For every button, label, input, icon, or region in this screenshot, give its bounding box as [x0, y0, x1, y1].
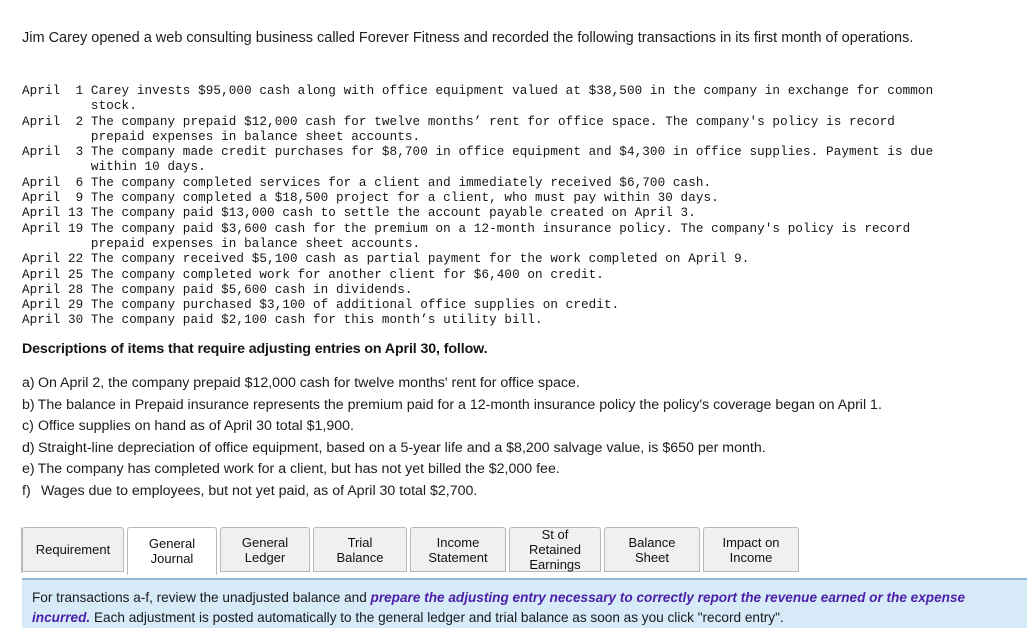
description-item: b) The balance in Prepaid insurance repr…	[22, 395, 970, 416]
tab-impact-on-income[interactable]: Impact on Income	[703, 527, 799, 572]
transaction-row: April 29 The company purchased $3,100 of…	[22, 298, 620, 313]
tab-requirement[interactable]: Requirement	[22, 527, 124, 572]
transaction-list: April 1 Carey invests $95,000 cash along…	[22, 84, 1012, 329]
tab-balance-sheet[interactable]: Balance Sheet	[604, 527, 700, 572]
tab-label: General Journal	[148, 536, 196, 566]
description-item: e) The company has completed work for a …	[22, 459, 970, 480]
tab-label: Balance Sheet	[628, 534, 676, 565]
description-marker: b)	[22, 396, 35, 413]
intro-paragraph: Jim Carey opened a web consulting busine…	[22, 28, 922, 49]
description-text: Wages due to employees, but not yet paid…	[37, 482, 478, 499]
instruction-tail: Each adjustment is posted automatically …	[90, 610, 784, 625]
transaction-row: April 28 The company paid $5,600 cash in…	[22, 282, 413, 297]
description-text: Office supplies on hand as of April 30 t…	[34, 418, 354, 434]
instruction-panel: For transactions a-f, review the unadjus…	[22, 578, 1027, 628]
tab-label: General Ledger	[241, 534, 289, 565]
description-text: Straight-line depreciation of office equ…	[34, 439, 766, 456]
tab-trial-balance[interactable]: Trial Balance	[313, 527, 407, 572]
description-marker: c)	[22, 418, 34, 434]
tab-general-journal[interactable]: General Journal	[127, 527, 217, 575]
descriptions-heading: Descriptions of items that require adjus…	[22, 341, 488, 357]
description-text: The balance in Prepaid insurance represe…	[34, 396, 882, 413]
tab-label: Impact on Income	[722, 534, 780, 565]
description-item: f) Wages due to employees, but not yet p…	[22, 481, 970, 502]
transaction-row: April 13 The company paid $13,000 cash t…	[22, 206, 696, 221]
tab-income-statement[interactable]: Income Statement	[410, 527, 506, 572]
description-marker: f)	[22, 482, 31, 499]
description-marker: e)	[22, 461, 35, 477]
transaction-row: April 3 The company made credit purchase…	[22, 145, 934, 175]
tab-label: St of Retained Earnings	[528, 527, 582, 572]
adjusting-entry-descriptions: a) On April 2, the company prepaid $12,0…	[22, 373, 970, 502]
description-item: c) Office supplies on hand as of April 3…	[22, 416, 970, 437]
instruction-text: For transactions a-f, review the unadjus…	[22, 580, 1027, 628]
tab-general-ledger[interactable]: General Ledger	[220, 527, 310, 572]
description-item: a) On April 2, the company prepaid $12,0…	[22, 373, 970, 394]
tab-st-of-retained-earnings[interactable]: St of Retained Earnings	[509, 527, 601, 572]
tab-label: Requirement	[35, 542, 111, 557]
description-marker: a)	[22, 375, 35, 391]
tab-label: Trial Balance	[336, 534, 384, 565]
description-text: The company has completed work for a cli…	[34, 461, 560, 477]
transaction-row: April 1 Carey invests $95,000 cash along…	[22, 84, 934, 114]
transaction-row: April 25 The company completed work for …	[22, 267, 604, 282]
instruction-lead: For transactions a-f, review the unadjus…	[32, 590, 371, 605]
transaction-row: April 19 The company paid $3,600 cash fo…	[22, 221, 911, 251]
tab-label: Income Statement	[428, 534, 488, 565]
description-text: On April 2, the company prepaid $12,000 …	[34, 375, 580, 391]
transaction-row: April 9 The company completed a $18,500 …	[22, 191, 719, 206]
transaction-row: April 2 The company prepaid $12,000 cash…	[22, 114, 895, 144]
tabbar: Requirement General Journal General Ledger…	[22, 527, 802, 575]
transaction-row: April 30 The company paid $2,100 cash fo…	[22, 313, 543, 328]
transaction-row: April 6 The company completed services f…	[22, 175, 712, 190]
description-item: d) Straight-line depreciation of office …	[22, 438, 970, 459]
intro-text: Jim Carey opened a web consulting busine…	[22, 30, 914, 46]
description-marker: d)	[22, 439, 35, 456]
transaction-row: April 22 The company received $5,100 cas…	[22, 252, 750, 267]
